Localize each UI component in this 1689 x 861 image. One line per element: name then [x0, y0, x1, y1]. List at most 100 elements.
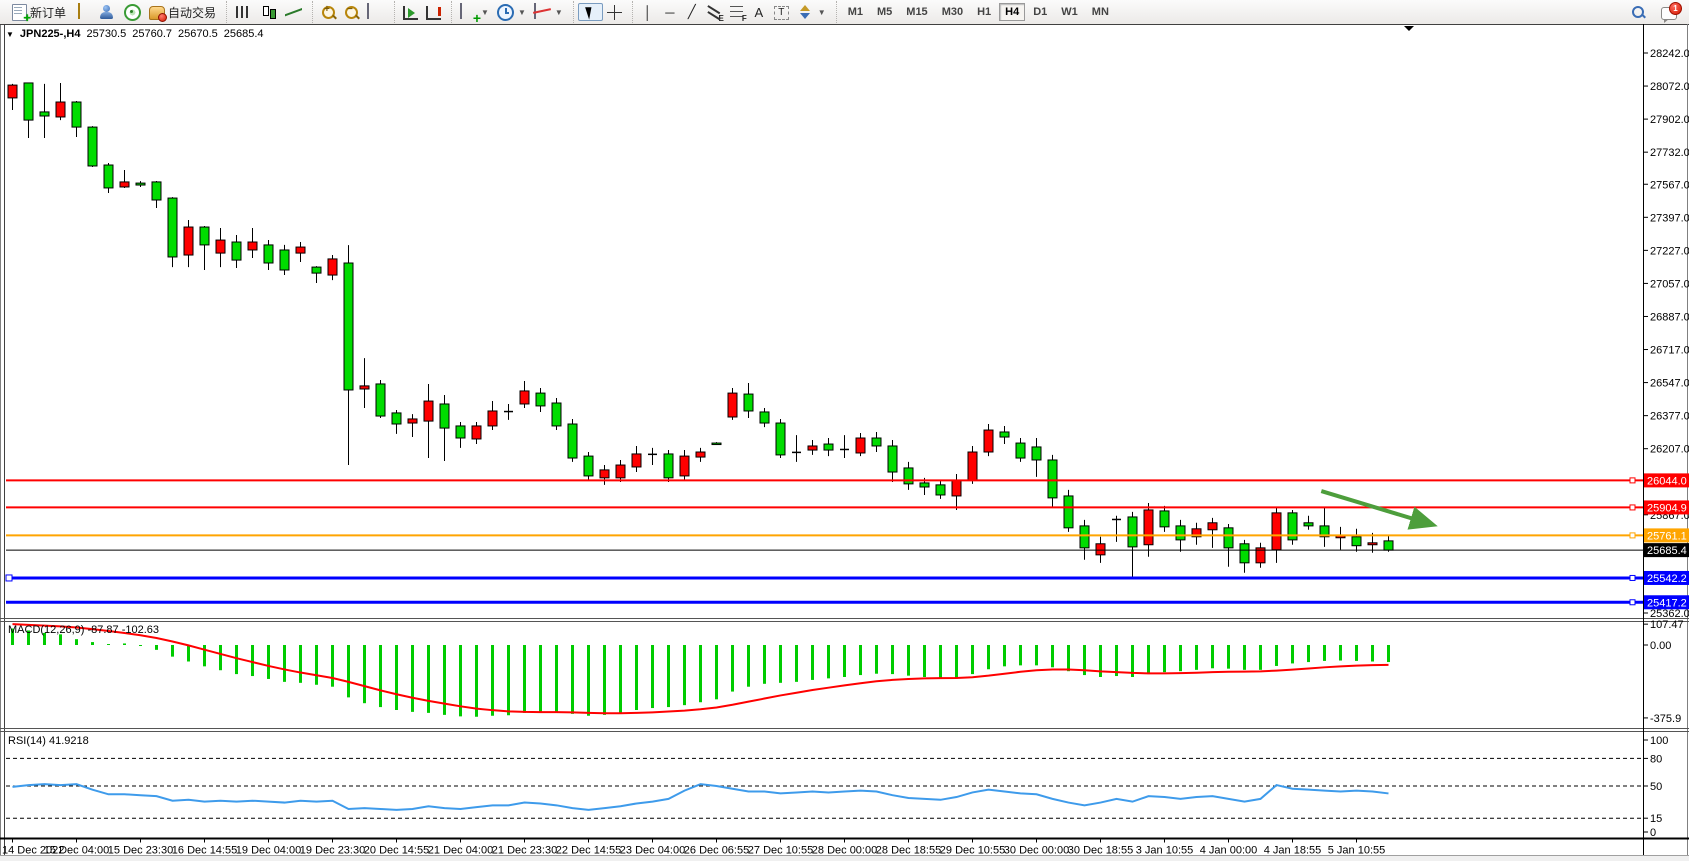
text-button[interactable]: A [748, 3, 770, 22]
price-badge-25761.1: 25761.1 [1644, 528, 1689, 542]
arrows-button[interactable]: ▼ [793, 2, 830, 22]
auto-scroll-icon [403, 6, 418, 20]
svg-text:3 Jan 10:55: 3 Jan 10:55 [1136, 845, 1194, 857]
zoom-out-icon: − [344, 5, 359, 20]
svg-text:25761.1: 25761.1 [1647, 530, 1687, 542]
fibonacci-button[interactable]: F [726, 2, 748, 22]
horizontal-line-button[interactable]: ─ [659, 3, 681, 22]
timeframe-button-m5[interactable]: M5 [871, 3, 898, 21]
tile-windows-button[interactable] [363, 2, 388, 22]
diamond-icon [78, 3, 80, 19]
quote-high: 25760.7 [132, 28, 172, 40]
price-badge-25685.4: 25685.4 [1644, 543, 1689, 557]
line-anchor-marker[interactable] [1630, 533, 1635, 538]
line-anchor-marker[interactable] [1630, 600, 1635, 605]
one-click-trading-arrow-icon[interactable]: ▼ [6, 30, 14, 39]
search-button[interactable] [1627, 3, 1649, 21]
zoom-in-icon: + [321, 5, 336, 20]
svg-text:23 Dec 04:00: 23 Dec 04:00 [620, 845, 685, 857]
timeframe-button-mn[interactable]: MN [1086, 3, 1115, 21]
svg-text:26887.0: 26887.0 [1650, 311, 1689, 323]
indicators-button[interactable]: ▼ [456, 2, 493, 22]
cursor-button[interactable] [578, 3, 603, 21]
quote-close: 25685.4 [224, 28, 264, 40]
price-badge-25904.9: 25904.9 [1644, 500, 1689, 514]
svg-text:-375.9: -375.9 [1650, 713, 1681, 725]
bar-chart-icon [235, 4, 252, 20]
line-chart-button[interactable] [281, 2, 306, 22]
chevron-down-icon: ▼ [518, 8, 526, 17]
zoom-out-button[interactable]: − [340, 3, 363, 22]
svg-text:15 Dec 04:00: 15 Dec 04:00 [44, 845, 109, 857]
line-anchor-marker[interactable] [1630, 505, 1635, 510]
vertical-line-icon: │ [641, 5, 655, 20]
svg-text:27567.0: 27567.0 [1650, 179, 1689, 191]
toolbar-group-cursor [573, 1, 630, 23]
periods-button[interactable]: ▼ [493, 1, 530, 23]
svg-text:28 Dec 00:00: 28 Dec 00:00 [812, 845, 877, 857]
chart-title: ▼ JPN225-,H4 25730.5 25760.7 25670.5 256… [6, 28, 264, 40]
line-anchor-marker[interactable] [1630, 478, 1635, 483]
trendline-icon: ╱ [685, 4, 699, 20]
price-badge-26044.0: 26044.0 [1644, 473, 1689, 487]
candlestick-button[interactable] [256, 2, 281, 22]
signal-icon [124, 4, 141, 21]
channel-button[interactable]: E [703, 2, 726, 22]
text-label-button[interactable]: T [770, 3, 793, 22]
line-anchor-marker[interactable] [6, 575, 12, 581]
timeframe-button-m1[interactable]: M1 [842, 3, 869, 21]
line-chart-icon [285, 4, 302, 20]
timeframe-button-w1[interactable]: W1 [1055, 3, 1084, 21]
crosshair-button[interactable] [603, 3, 626, 22]
quote-open: 25730.5 [86, 28, 126, 40]
chevron-down-icon: ▼ [481, 8, 489, 17]
quote-low: 25670.5 [178, 28, 218, 40]
auto-scroll-button[interactable] [399, 2, 422, 22]
vertical-line-button[interactable]: │ [637, 3, 659, 22]
chat-bubble-icon: 1 [1661, 7, 1677, 20]
horizontal-line-icon: ─ [663, 5, 677, 20]
toolbar-group-charttype [226, 1, 310, 23]
signals-button[interactable] [120, 1, 145, 23]
chart-window[interactable]: ▼ JPN225-,H4 25730.5 25760.7 25670.5 256… [0, 24, 1689, 861]
line-anchor-marker[interactable] [1630, 575, 1635, 580]
svg-text:107.47: 107.47 [1650, 619, 1684, 631]
bar-chart-button[interactable] [231, 2, 256, 22]
new-order-button[interactable]: 新订单 [6, 2, 70, 23]
clock-icon [497, 4, 514, 21]
navigator-button[interactable] [95, 2, 120, 22]
rsi-indicator-label: RSI(14) 41.9218 [8, 735, 89, 747]
svg-text:0.00: 0.00 [1650, 640, 1671, 652]
svg-text:29 Dec 10:55: 29 Dec 10:55 [940, 845, 1005, 857]
timeframe-button-m15[interactable]: M15 [900, 3, 933, 21]
new-order-icon [12, 4, 27, 21]
toolbar-group-order: 新订单 自动交易 [2, 1, 224, 23]
notification-badge: 1 [1669, 2, 1682, 15]
zoom-in-button[interactable]: + [317, 3, 340, 22]
macd-indicator-label: MACD(12,26,9) -87.87 -102.63 [8, 624, 159, 636]
chart-canvas[interactable]: 28242.028072.027902.027732.027567.027397… [0, 24, 1689, 861]
svg-text:28 Dec 18:55: 28 Dec 18:55 [876, 845, 941, 857]
trendline-button[interactable]: ╱ [681, 2, 703, 22]
autotrading-button[interactable]: 自动交易 [145, 2, 220, 23]
svg-text:4 Jan 18:55: 4 Jan 18:55 [1264, 845, 1322, 857]
timeframe-button-h1[interactable]: H1 [971, 3, 997, 21]
svg-text:16 Dec 14:55: 16 Dec 14:55 [172, 845, 237, 857]
chart-shift-button[interactable] [422, 2, 445, 22]
market-watch-button[interactable] [70, 2, 95, 22]
templates-button[interactable]: ▼ [530, 2, 567, 22]
svg-text:100: 100 [1650, 735, 1668, 747]
svg-text:25685.4: 25685.4 [1647, 545, 1687, 557]
mt4-terminal: { "toolbar": { "new_order_label": "新订单",… [0, 0, 1689, 861]
timeframe-button-m30[interactable]: M30 [936, 3, 969, 21]
timeframe-button-h4[interactable]: H4 [999, 3, 1025, 21]
notifications-button[interactable]: 1 [1657, 2, 1681, 22]
chevron-down-icon: ▼ [555, 8, 563, 17]
svg-text:5 Jan 10:55: 5 Jan 10:55 [1328, 845, 1386, 857]
toolbar-right: 1 [1627, 2, 1689, 22]
timeframe-button-d1[interactable]: D1 [1027, 3, 1053, 21]
toolbar-group-objects: │ ─ ╱ E F A T ▼ [632, 1, 834, 23]
svg-text:21 Dec 23:30: 21 Dec 23:30 [492, 845, 557, 857]
svg-text:25542.2: 25542.2 [1647, 573, 1687, 585]
svg-text:30 Dec 00:00: 30 Dec 00:00 [1004, 845, 1069, 857]
